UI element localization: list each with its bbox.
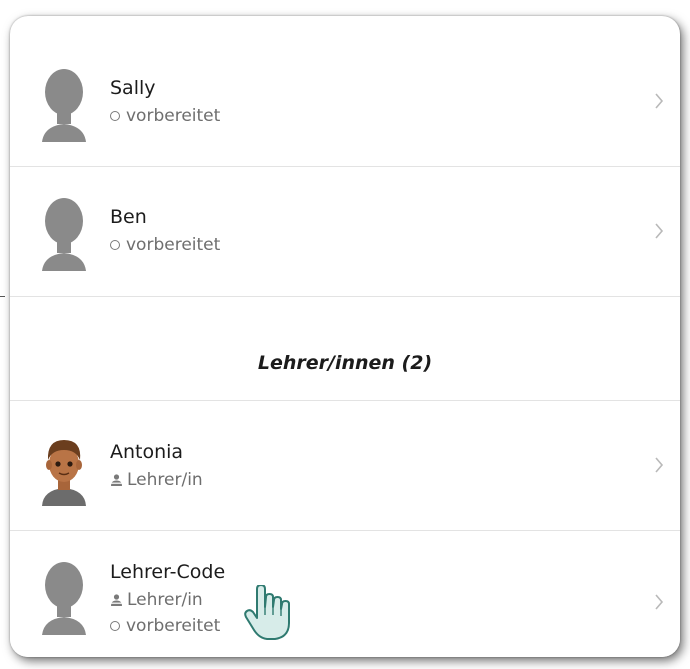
teachers-section-header: Lehrer/innen (2)	[10, 297, 680, 401]
participant-status: vorbereitet	[110, 616, 220, 636]
chevron-right-icon	[655, 93, 664, 109]
silhouette-avatar-icon	[42, 69, 86, 142]
participant-role: Lehrer/in	[110, 470, 203, 490]
status-label: vorbereitet	[126, 616, 221, 636]
list-item-ben[interactable]: Ben vorbereitet	[10, 167, 680, 297]
role-label: Lehrer/in	[127, 590, 203, 610]
hand-pointer-icon	[244, 585, 290, 640]
circle-icon	[110, 621, 120, 631]
participant-name: Lehrer-Code	[110, 561, 226, 583]
participant-name: Sally	[110, 77, 156, 99]
participant-name: Antonia	[110, 441, 184, 463]
person-icon	[110, 474, 123, 486]
participant-role: Lehrer/in	[110, 590, 203, 610]
participant-status: vorbereitet	[110, 235, 220, 255]
chevron-right-icon	[655, 223, 664, 239]
list-item-antonia[interactable]: Antonia Lehrer/in	[10, 401, 680, 531]
chevron-right-icon	[655, 594, 664, 610]
status-label: vorbereitet	[126, 106, 221, 126]
list-item-lehrer-code[interactable]: Lehrer-Code Lehrer/in vorbereitet	[10, 531, 680, 657]
section-header-label: Lehrer/innen (2)	[257, 352, 433, 374]
status-label: vorbereitet	[126, 235, 221, 255]
stray-edge-mark	[0, 296, 5, 297]
participant-status: vorbereitet	[110, 106, 220, 126]
participant-list-panel: Sally vorbereitet Ben vorbereitet Lehrer…	[10, 16, 680, 657]
list-top-divider	[10, 16, 680, 37]
list-item-sally[interactable]: Sally vorbereitet	[10, 36, 680, 167]
circle-icon	[110, 111, 120, 121]
role-label: Lehrer/in	[127, 470, 203, 490]
chevron-right-icon	[655, 457, 664, 473]
circle-icon	[110, 240, 120, 250]
silhouette-avatar-icon	[42, 198, 86, 271]
silhouette-avatar-icon	[42, 562, 86, 635]
participant-name: Ben	[110, 206, 147, 228]
person-icon	[110, 594, 123, 606]
person-avatar-icon	[42, 440, 86, 506]
